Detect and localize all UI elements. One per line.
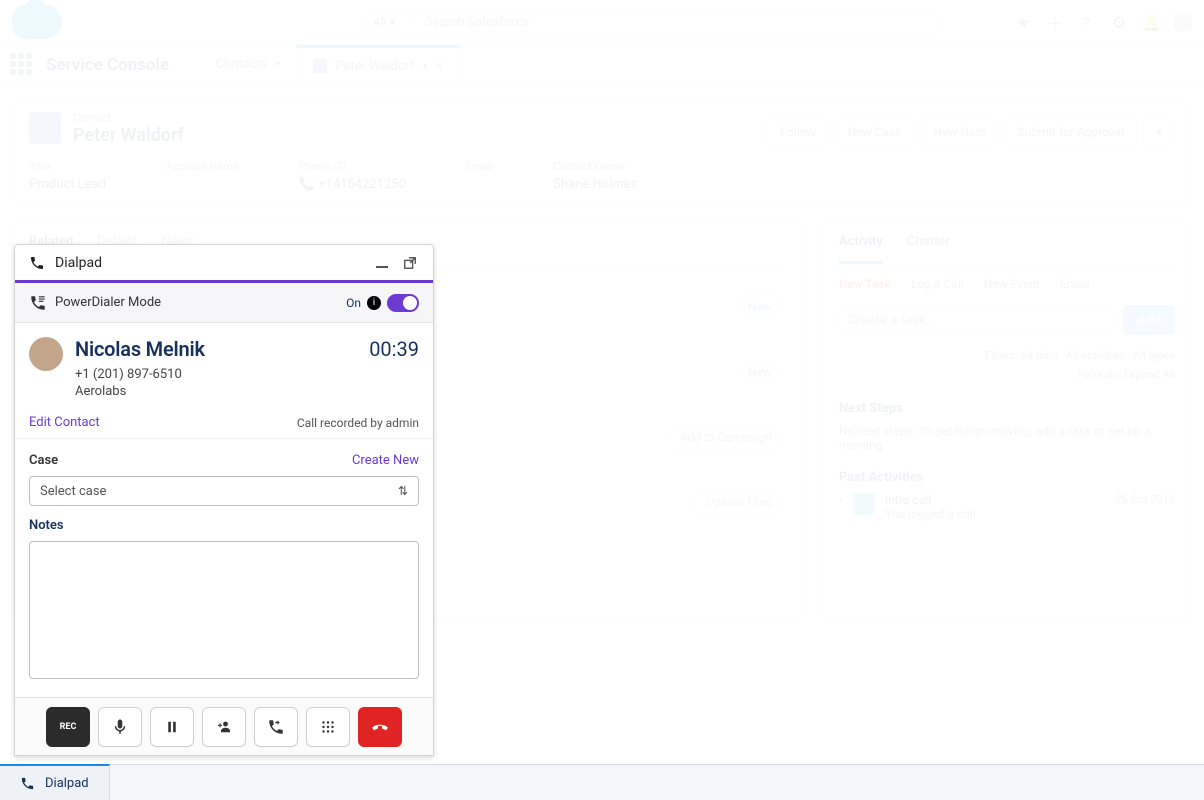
powerdialer-toggle[interactable]	[387, 294, 419, 312]
hold-button[interactable]	[150, 707, 194, 747]
phone-icon	[29, 255, 45, 271]
notes-textarea[interactable]	[29, 541, 419, 679]
info-icon[interactable]: i	[367, 296, 381, 310]
powerdialer-bar: PowerDialer Mode On i	[15, 283, 433, 323]
recording-status: Call recorded by admin	[297, 416, 419, 430]
case-select-placeholder: Select case	[40, 484, 106, 499]
transfer-button[interactable]	[254, 707, 298, 747]
keypad-button[interactable]	[306, 707, 350, 747]
record-button[interactable]: REC	[46, 707, 90, 747]
call-controls: REC	[15, 697, 433, 755]
edit-contact-link[interactable]: Edit Contact	[29, 415, 100, 430]
powerdialer-label: PowerDialer Mode	[55, 295, 161, 310]
call-timer: 00:39	[369, 337, 419, 361]
phone-icon	[20, 776, 35, 791]
dialpad-header: Dialpad	[15, 245, 433, 283]
select-chevron-icon: ⇅	[398, 484, 408, 498]
create-new-case-link[interactable]: Create New	[352, 453, 419, 468]
add-participant-button[interactable]	[202, 707, 246, 747]
popout-icon[interactable]	[401, 254, 419, 272]
case-select[interactable]: Select case ⇅	[29, 476, 419, 506]
callee-avatar	[29, 337, 63, 371]
powerdialer-icon	[29, 294, 47, 312]
dialpad-panel: Dialpad PowerDialer Mode On i Nicolas Me…	[14, 244, 434, 756]
hangup-button[interactable]	[358, 707, 402, 747]
utility-bar: Dialpad	[0, 764, 1204, 800]
case-label: Case	[29, 453, 58, 468]
callee-phone: +1 (201) 897-6510	[75, 367, 357, 382]
utility-dialpad-tab[interactable]: Dialpad	[0, 764, 110, 800]
dialpad-title: Dialpad	[55, 255, 102, 271]
callee-name: Nicolas Melnik	[75, 337, 357, 361]
mute-button[interactable]	[98, 707, 142, 747]
utility-dialpad-label: Dialpad	[45, 776, 89, 791]
minimize-icon[interactable]	[373, 254, 391, 272]
callee-company: Aerolabs	[75, 384, 357, 399]
notes-label: Notes	[29, 518, 419, 533]
powerdialer-state: On	[346, 296, 361, 310]
